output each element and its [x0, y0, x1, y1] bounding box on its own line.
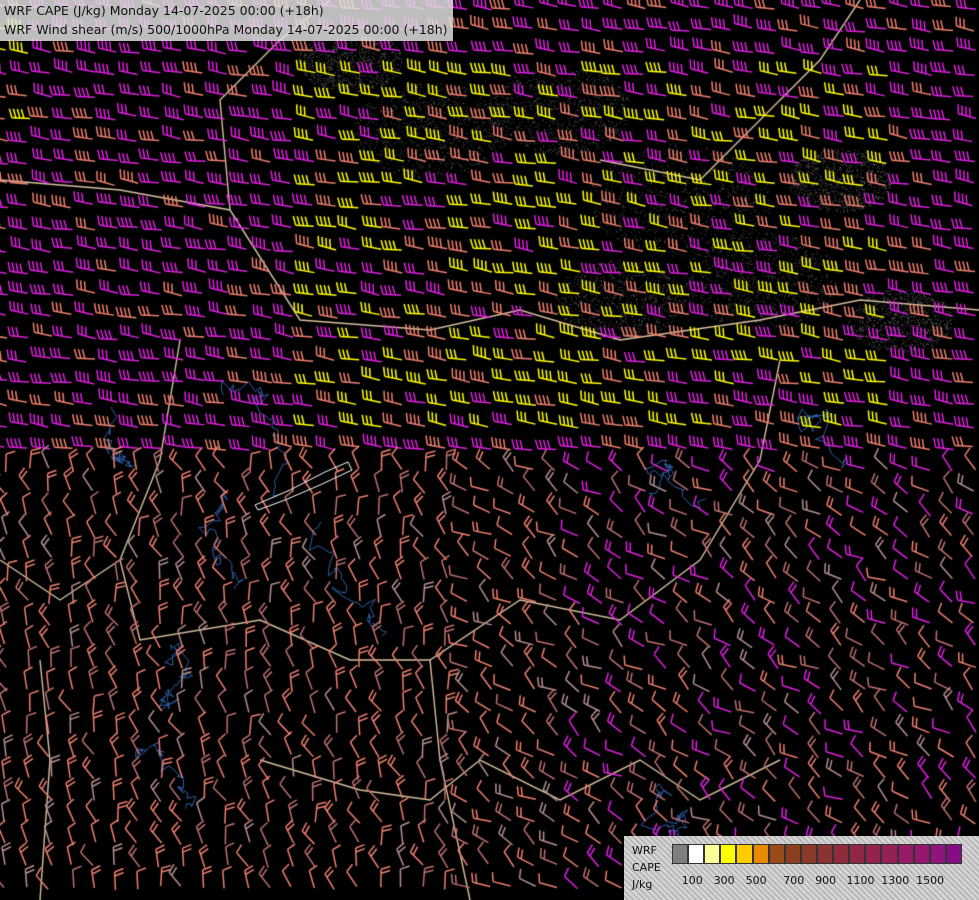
legend-tick-label: 300 [713, 874, 735, 887]
legend-swatch [736, 844, 753, 864]
legend-swatch [865, 844, 882, 864]
legend-swatch [672, 844, 689, 864]
wind-shear-title: WRF Wind shear (m/s) 500/1000hPa Monday … [4, 22, 448, 37]
legend-tick-labels: 100 300 500 700 900 1100 1300 1500 [672, 874, 972, 888]
legend-swatch [849, 844, 866, 864]
legend-swatch [881, 844, 898, 864]
legend-swatch [913, 844, 930, 864]
legend-variable-label: CAPE [632, 861, 661, 874]
legend-tick-label: 1500 [916, 874, 945, 887]
legend-swatch [833, 844, 850, 864]
legend-tick-label: 700 [783, 874, 805, 887]
legend-swatch [720, 844, 737, 864]
legend-swatch [929, 844, 946, 864]
legend-tick-label: 900 [815, 874, 837, 887]
legend-color-bar [672, 844, 962, 868]
map-title-box: WRF CAPE (J/kg) Monday 14-07-2025 00:00 … [0, 0, 453, 41]
legend-model-label: WRF [632, 844, 657, 857]
legend-unit-label: J/kg [632, 878, 653, 891]
legend-tick-label: 1100 [846, 874, 875, 887]
legend-swatch [945, 844, 962, 864]
weather-map [0, 0, 979, 900]
legend-swatch [784, 844, 801, 864]
legend-tick-label: 1300 [881, 874, 910, 887]
cape-title: WRF CAPE (J/kg) Monday 14-07-2025 00:00 … [4, 3, 324, 18]
cape-legend: WRF CAPE J/kg 100 300 500 700 900 1100 1300 150… [624, 836, 979, 900]
legend-swatch [704, 844, 721, 864]
legend-swatch [897, 844, 914, 864]
legend-swatch [768, 844, 785, 864]
legend-tick-label: 500 [745, 874, 767, 887]
legend-swatch [752, 844, 769, 864]
legend-tick-label: 100 [681, 874, 703, 887]
legend-swatch [800, 844, 817, 864]
legend-swatch [688, 844, 705, 864]
legend-swatch [816, 844, 834, 864]
